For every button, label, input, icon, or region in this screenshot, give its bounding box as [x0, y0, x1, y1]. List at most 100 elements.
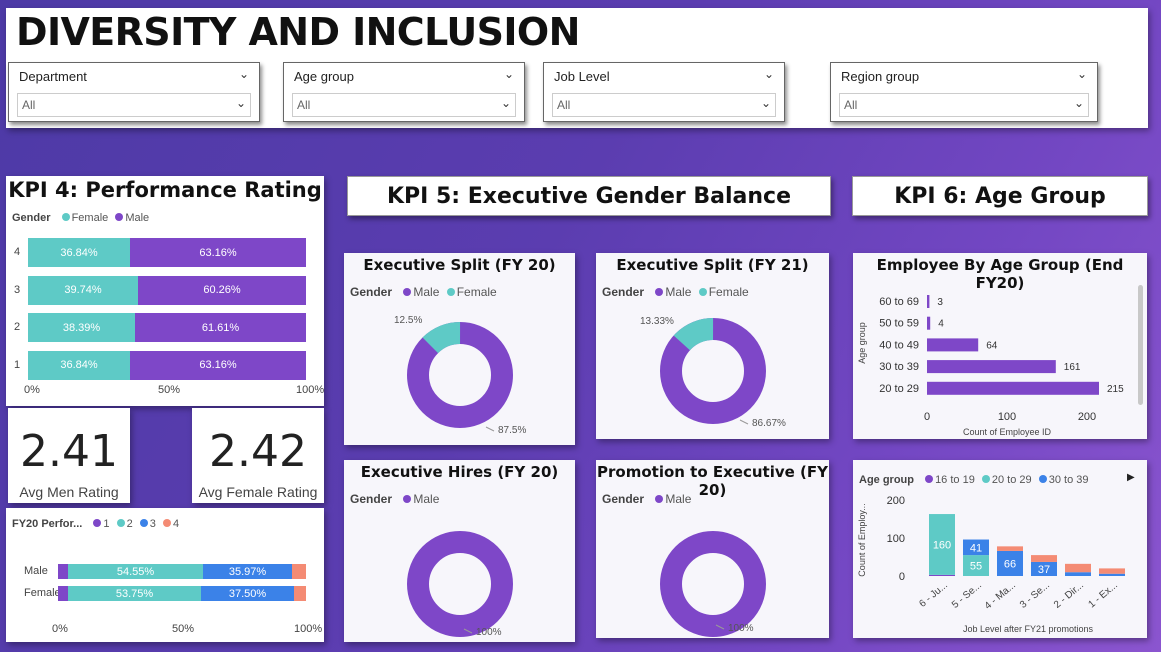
chevron-down-icon[interactable]: ⌄	[1074, 96, 1084, 110]
slicer-region-group[interactable]: Region group ⌄ All ⌄	[830, 62, 1098, 122]
y-axis-label: Count of Employ...	[857, 503, 867, 576]
bar	[927, 360, 1056, 374]
bar-segment	[1031, 555, 1057, 562]
bar	[927, 338, 979, 352]
avg-female-rating-value: 2.42	[209, 426, 307, 477]
bar-segment-male[interactable]: 61.61%	[135, 313, 306, 342]
y-axis-label: Age group	[857, 322, 867, 364]
data-label-male: 100%	[476, 627, 502, 638]
bar-segment-female[interactable]: 36.84%	[28, 350, 130, 380]
slicer-value: All	[297, 98, 311, 112]
avg-female-rating-card: 2.42 Avg Female Rating	[192, 408, 324, 503]
job-level-stacked-card: Age group 16 to 19 20 to 29 30 to 39 ▶ C…	[853, 460, 1147, 638]
bar-segment	[1099, 568, 1125, 574]
stacked-bar-row[interactable]: 36.84% 63.16%	[28, 238, 306, 267]
promotion-executive-card: Promotion to Executive (FY 20) Gender Ma…	[596, 460, 829, 638]
legend-dot	[116, 519, 125, 527]
data-label-male: 87.5%	[498, 425, 526, 436]
category-label: 20 to 29	[879, 383, 919, 395]
bar-segment[interactable]: 37.50%	[201, 586, 294, 601]
data-label-male: 86.67%	[752, 418, 786, 429]
chevron-down-icon[interactable]: ⌄	[239, 67, 249, 81]
bar-segment[interactable]	[292, 564, 306, 579]
avg-female-rating-label: Avg Female Rating	[198, 484, 318, 500]
bar-segment[interactable]: 54.55%	[68, 564, 203, 579]
chevron-down-icon[interactable]: ⌄	[504, 67, 514, 81]
slicer-value: All	[557, 98, 571, 112]
category-label: 40 to 49	[879, 339, 919, 351]
chevron-down-icon[interactable]: ⌄	[764, 67, 774, 81]
data-label-female: 12.5%	[394, 315, 422, 326]
chevron-down-icon[interactable]: ⌄	[761, 96, 771, 110]
category-label: 3 - Se...	[1018, 580, 1052, 611]
slicer-age-group[interactable]: Age group ⌄ All ⌄	[283, 62, 525, 122]
slicer-value: All	[22, 98, 36, 112]
slicer-dropdown[interactable]: All ⌄	[17, 93, 251, 117]
donut-segment-male	[407, 531, 513, 637]
data-label: 64	[986, 340, 998, 351]
legend-title: Gender	[12, 212, 51, 224]
data-label: 215	[1107, 384, 1124, 395]
kpi4-legend: Gender Female Male	[12, 212, 149, 224]
donut-segment-male	[660, 531, 766, 637]
fy20-performance-card: FY20 Perfor... 1 2 3 4 Male 54.55% 35.97% F…	[6, 508, 324, 642]
x-tick: 100%	[294, 623, 323, 635]
kpi5-header: KPI 5: Executive Gender Balance	[347, 176, 831, 216]
donut-chart[interactable]: 86.67% 13.33%	[596, 253, 829, 439]
leader-line	[485, 426, 495, 432]
category-label: 1 - Ex...	[1086, 580, 1119, 611]
legend-dot-female	[61, 213, 70, 221]
slicer-dropdown[interactable]: All ⌄	[839, 93, 1089, 117]
row-label: 1	[14, 358, 21, 371]
legend-dot	[139, 519, 148, 527]
slicer-job-level[interactable]: Job Level ⌄ All ⌄	[543, 62, 785, 122]
bar-segment-male[interactable]: 60.26%	[138, 275, 306, 305]
slicer-department[interactable]: Department ⌄ All ⌄	[8, 62, 260, 122]
bar-segment-female[interactable]: 36.84%	[28, 238, 130, 267]
donut-chart[interactable]: 100%	[344, 460, 575, 642]
data-label-female: 13.33%	[640, 316, 674, 327]
bar-segment-male[interactable]: 63.16%	[130, 238, 306, 267]
legend-title: FY20 Perfor...	[12, 518, 83, 530]
legend-item: Male	[125, 212, 150, 224]
bar-segment-female[interactable]: 39.74%	[28, 275, 138, 305]
x-axis-label: Count of Employee ID	[963, 427, 1052, 437]
slicer-label: Job Level	[554, 69, 610, 84]
donut-chart[interactable]: 87.5% 12.5%	[344, 253, 575, 445]
legend-item: Female	[71, 212, 109, 224]
category-label: 2 - Dir...	[1052, 580, 1086, 611]
slicer-value: All	[844, 98, 858, 112]
stacked-bar-row[interactable]: 36.84% 63.16%	[28, 350, 306, 380]
bar-segment[interactable]: 35.97%	[203, 564, 292, 579]
x-tick: 100%	[296, 384, 325, 396]
bar-segment[interactable]: 53.75%	[68, 586, 201, 601]
data-label-male: 100%	[728, 623, 754, 634]
slicer-dropdown[interactable]: All ⌄	[292, 93, 516, 117]
category-label: 60 to 69	[879, 296, 919, 308]
bar-segment[interactable]	[58, 564, 68, 579]
slicer-label: Department	[19, 69, 87, 84]
age-group-bar-chart[interactable]: Age group 60 to 69 3 50 to 59 4 40 to 49 64 30 …	[853, 253, 1147, 439]
stacked-bar-row[interactable]: 38.39% 61.61%	[28, 313, 306, 342]
job-level-stacked-chart[interactable]: Count of Employ...20010001606 - Ju...554…	[853, 460, 1147, 638]
donut-chart[interactable]: 100%	[596, 460, 829, 638]
bar-segment[interactable]	[58, 586, 68, 601]
chevron-down-icon[interactable]: ⌄	[1077, 67, 1087, 81]
row-label: 3	[14, 283, 21, 296]
scrollbar[interactable]	[1138, 285, 1143, 405]
stacked-bar-row[interactable]: 39.74% 60.26%	[28, 275, 306, 305]
chevron-down-icon[interactable]: ⌄	[501, 96, 511, 110]
bar	[927, 295, 930, 308]
x-tick: 0	[924, 411, 930, 423]
x-tick: 0%	[24, 384, 40, 396]
bar-segment-male[interactable]: 63.16%	[130, 350, 306, 380]
bar-segment	[1065, 563, 1091, 573]
bar-segment[interactable]	[294, 586, 306, 601]
chevron-down-icon[interactable]: ⌄	[236, 96, 246, 110]
data-label: 4	[938, 319, 944, 330]
bar-segment-female[interactable]: 38.39%	[28, 313, 135, 342]
employee-age-group-card: Employee By Age Group (End FY20) Age gro…	[853, 253, 1147, 439]
slicer-dropdown[interactable]: All ⌄	[552, 93, 776, 117]
row-label: 4	[14, 246, 21, 258]
data-label: 41	[970, 542, 982, 554]
